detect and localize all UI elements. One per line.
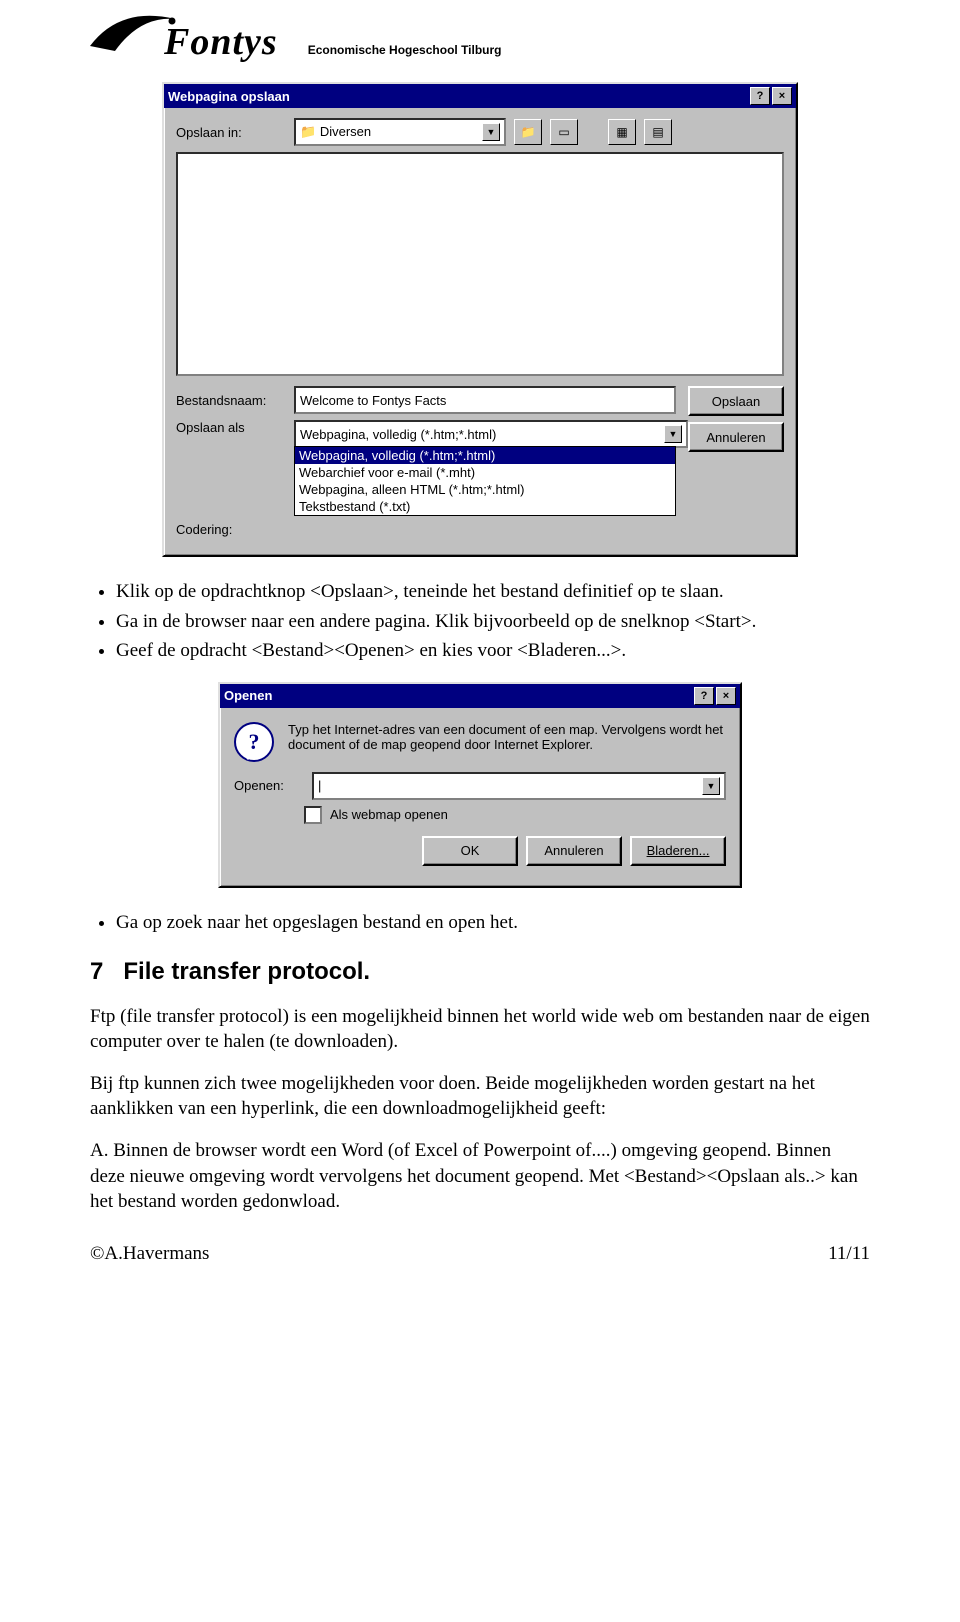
- chevron-down-icon: ▼: [664, 425, 682, 443]
- question-icon: ?: [234, 722, 274, 762]
- save-dialog-title: Webpagina opslaan: [168, 89, 290, 104]
- saveas-option[interactable]: Webpagina, alleen HTML (*.htm;*.html): [295, 481, 675, 498]
- list-view-button[interactable]: ▤: [644, 119, 672, 145]
- open-label: Openen:: [234, 778, 304, 793]
- save-dialog: Webpagina opslaan ? × Opslaan in: 📁 Dive…: [162, 82, 798, 557]
- chevron-down-icon: ▼: [482, 123, 500, 141]
- save-in-select[interactable]: 📁 Diversen ▼: [294, 118, 506, 146]
- webmap-checkbox-label: Als webmap openen: [330, 807, 448, 822]
- footer-page-number: 11/11: [828, 1243, 870, 1265]
- open-dialog: Openen ? × ? Typ het Internet-adres van …: [218, 682, 742, 888]
- filename-label: Bestandsnaam:: [176, 393, 286, 408]
- list-item: Geef de opdracht <Bestand><Openen> en ki…: [116, 638, 870, 664]
- close-button[interactable]: ×: [716, 687, 736, 705]
- list-item: Ga in de browser naar een andere pagina.…: [116, 609, 870, 635]
- help-button[interactable]: ?: [694, 687, 714, 705]
- logo-block: Fontys Economische Hogeschool Tilburg: [90, 20, 870, 64]
- logo-subtitle: Economische Hogeschool Tilburg: [308, 43, 502, 57]
- help-button[interactable]: ?: [750, 87, 770, 105]
- saveas-label: Opslaan als: [176, 420, 286, 435]
- encoding-label: Codering:: [176, 522, 286, 537]
- open-dialog-titlebar: Openen ? ×: [220, 684, 740, 708]
- ok-button[interactable]: OK: [422, 836, 518, 866]
- saveas-option[interactable]: Webarchief voor e-mail (*.mht): [295, 464, 675, 481]
- page-footer: ©A.Havermans 11/11: [90, 1243, 870, 1265]
- webmap-checkbox[interactable]: [304, 806, 322, 824]
- bullet-list-1: Klik op de opdrachtknop <Opslaan>, tenei…: [116, 579, 870, 664]
- browse-button[interactable]: Bladeren...: [630, 836, 726, 866]
- footer-author: ©A.Havermans: [90, 1243, 209, 1265]
- bullet-list-2: Ga op zoek naar het opgeslagen bestand e…: [116, 910, 870, 936]
- saveas-select[interactable]: Webpagina, volledig (*.htm;*.html) ▼: [294, 420, 688, 448]
- open-hint-text: Typ het Internet-adres van een document …: [288, 722, 726, 752]
- save-button[interactable]: Opslaan: [688, 386, 784, 416]
- saveas-dropdown-list[interactable]: Webpagina, volledig (*.htm;*.html) Webar…: [294, 446, 676, 516]
- paragraph: Bij ftp kunnen zich twee mogelijkheden v…: [90, 1071, 870, 1122]
- logo-brand: Fontys: [164, 20, 278, 64]
- filename-input[interactable]: Welcome to Fontys Facts: [294, 386, 676, 414]
- close-button[interactable]: ×: [772, 87, 792, 105]
- cancel-button[interactable]: Annuleren: [526, 836, 622, 866]
- saveas-option[interactable]: Webpagina, volledig (*.htm;*.html): [295, 447, 675, 464]
- desktop-button[interactable]: ▭: [550, 119, 578, 145]
- open-url-input[interactable]: | ▼: [312, 772, 726, 800]
- list-item: Klik op de opdrachtknop <Opslaan>, tenei…: [116, 579, 870, 605]
- paragraph: Ftp (file transfer protocol) is een moge…: [90, 1004, 870, 1055]
- saveas-option[interactable]: Tekstbestand (*.txt): [295, 498, 675, 515]
- chevron-down-icon: ▼: [702, 777, 720, 795]
- open-dialog-title: Openen: [224, 688, 272, 703]
- list-item: Ga op zoek naar het opgeslagen bestand e…: [116, 910, 870, 936]
- new-folder-button[interactable]: ▦: [608, 119, 636, 145]
- up-folder-button[interactable]: 📁: [514, 119, 542, 145]
- file-listing[interactable]: [176, 152, 784, 376]
- section-heading: 7 File transfer protocol.: [90, 958, 870, 986]
- cancel-button[interactable]: Annuleren: [688, 422, 784, 452]
- paragraph: A. Binnen de browser wordt een Word (of …: [90, 1138, 870, 1215]
- logo-swoosh-icon: [90, 19, 150, 59]
- save-in-label: Opslaan in:: [176, 125, 286, 140]
- save-dialog-titlebar: Webpagina opslaan ? ×: [164, 84, 796, 108]
